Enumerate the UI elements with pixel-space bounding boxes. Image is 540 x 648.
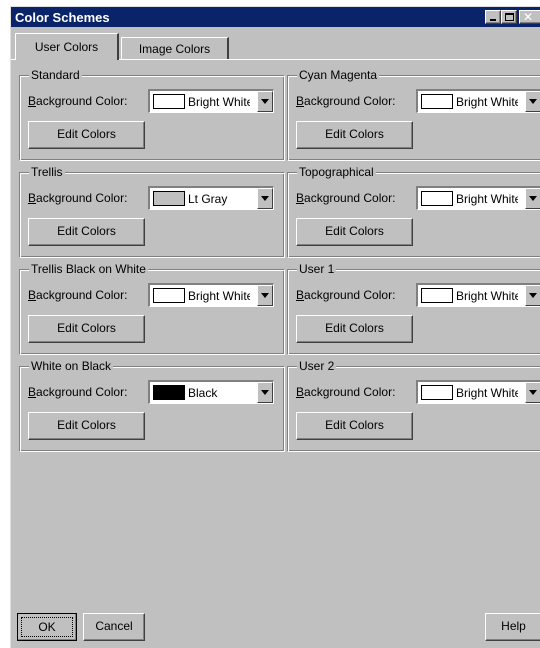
color-swatch: [421, 385, 453, 400]
cancel-button[interactable]: Cancel: [83, 613, 145, 641]
chevron-down-icon: [529, 293, 537, 298]
tab-strip: User Colors Image Colors: [11, 33, 540, 60]
background-color-select[interactable]: Bright White: [416, 186, 540, 210]
background-color-select[interactable]: Bright White: [416, 89, 540, 113]
background-color-select[interactable]: Lt Gray: [148, 186, 274, 210]
dropdown-button[interactable]: [257, 188, 273, 209]
background-color-value: Bright White: [456, 95, 518, 109]
background-color-select[interactable]: Bright White: [416, 283, 540, 307]
color-swatch: [421, 191, 453, 206]
scheme-title: Trellis: [29, 165, 65, 179]
maximize-icon: [505, 13, 514, 21]
chevron-down-icon: [529, 196, 537, 201]
dropdown-button[interactable]: [525, 382, 540, 403]
scheme-group-topographical: Topographical Background Color: Bright W…: [287, 165, 540, 258]
background-color-label: Background Color:: [296, 385, 396, 399]
background-color-value: Bright White: [456, 192, 518, 206]
ok-button[interactable]: OK: [17, 613, 77, 641]
color-schemes-dialog: Color Schemes ✕ User Colors Image Colors…: [10, 6, 540, 648]
scheme-group-trellis: Trellis Background Color: Lt Gray Edit C…: [19, 165, 285, 258]
scheme-title: Standard: [29, 68, 82, 82]
background-color-value: Bright White: [188, 95, 250, 109]
tab-image-colors[interactable]: Image Colors: [121, 37, 229, 59]
scheme-group-cyan-magenta: Cyan Magenta Background Color: Bright Wh…: [287, 68, 540, 161]
background-color-label: Background Color:: [296, 94, 396, 108]
background-color-value: Bright White: [456, 289, 518, 303]
background-color-label: Background Color:: [28, 288, 128, 302]
tab-user-colors[interactable]: User Colors: [15, 33, 119, 60]
color-swatch: [153, 191, 185, 206]
background-color-select[interactable]: Bright White: [148, 89, 274, 113]
background-color-select[interactable]: Bright White: [148, 283, 274, 307]
chevron-down-icon: [261, 293, 269, 298]
dropdown-button[interactable]: [257, 285, 273, 306]
scheme-group-standard: Standard Background Color: Bright White …: [19, 68, 285, 161]
background-color-select[interactable]: Bright White: [416, 380, 540, 404]
minimize-button[interactable]: [485, 10, 501, 24]
chevron-down-icon: [529, 99, 537, 104]
background-color-value: Bright White: [456, 386, 518, 400]
dropdown-button[interactable]: [525, 188, 540, 209]
edit-colors-button[interactable]: Edit Colors: [28, 218, 145, 246]
scheme-title: User 2: [297, 359, 337, 373]
scheme-group-user-1: User 1 Background Color: Bright White Ed…: [287, 262, 540, 355]
chevron-down-icon: [529, 390, 537, 395]
edit-colors-button[interactable]: Edit Colors: [28, 412, 145, 440]
color-swatch: [153, 94, 185, 109]
scheme-title: User 1: [297, 262, 337, 276]
scheme-title: Cyan Magenta: [297, 68, 380, 82]
background-color-label: Background Color:: [28, 191, 128, 205]
background-color-value: Lt Gray: [188, 192, 228, 206]
edit-colors-button[interactable]: Edit Colors: [296, 315, 413, 343]
scheme-group-trellis-black-on-white: Trellis Black on White Background Color:…: [19, 262, 285, 355]
color-swatch: [153, 385, 185, 400]
ok-label: OK: [21, 617, 73, 637]
scheme-title: Trellis Black on White: [29, 262, 148, 276]
dropdown-button[interactable]: [525, 285, 540, 306]
minimize-icon: [490, 19, 496, 21]
edit-colors-button[interactable]: Edit Colors: [296, 121, 413, 149]
scheme-group-white-on-black: White on Black Background Color: Black E…: [19, 359, 285, 452]
background-color-label: Background Color:: [28, 385, 128, 399]
chevron-down-icon: [261, 99, 269, 104]
scheme-title: White on Black: [29, 359, 114, 373]
close-button[interactable]: ✕: [519, 10, 540, 24]
background-color-value: Bright White: [188, 289, 250, 303]
scheme-title: Topographical: [297, 165, 376, 179]
maximize-button[interactable]: [501, 10, 517, 24]
dropdown-button[interactable]: [257, 382, 273, 403]
background-color-label: Background Color:: [296, 191, 396, 205]
window-title: Color Schemes: [15, 10, 110, 25]
edit-colors-button[interactable]: Edit Colors: [28, 121, 145, 149]
help-button[interactable]: Help: [485, 613, 540, 641]
edit-colors-button[interactable]: Edit Colors: [28, 315, 145, 343]
close-icon: ✕: [523, 10, 534, 24]
dropdown-button[interactable]: [257, 91, 273, 112]
dropdown-button[interactable]: [525, 91, 540, 112]
user-colors-panel: Standard Background Color: Bright White …: [11, 59, 540, 607]
chevron-down-icon: [261, 196, 269, 201]
edit-colors-button[interactable]: Edit Colors: [296, 412, 413, 440]
edit-colors-button[interactable]: Edit Colors: [296, 218, 413, 246]
title-bar[interactable]: Color Schemes ✕: [11, 7, 540, 27]
color-swatch: [421, 94, 453, 109]
color-swatch: [153, 288, 185, 303]
background-color-label: Background Color:: [296, 288, 396, 302]
scheme-group-user-2: User 2 Background Color: Bright White Ed…: [287, 359, 540, 452]
background-color-value: Black: [188, 386, 218, 400]
background-color-select[interactable]: Black: [148, 380, 274, 404]
background-color-label: Background Color:: [28, 94, 128, 108]
color-swatch: [421, 288, 453, 303]
chevron-down-icon: [261, 390, 269, 395]
